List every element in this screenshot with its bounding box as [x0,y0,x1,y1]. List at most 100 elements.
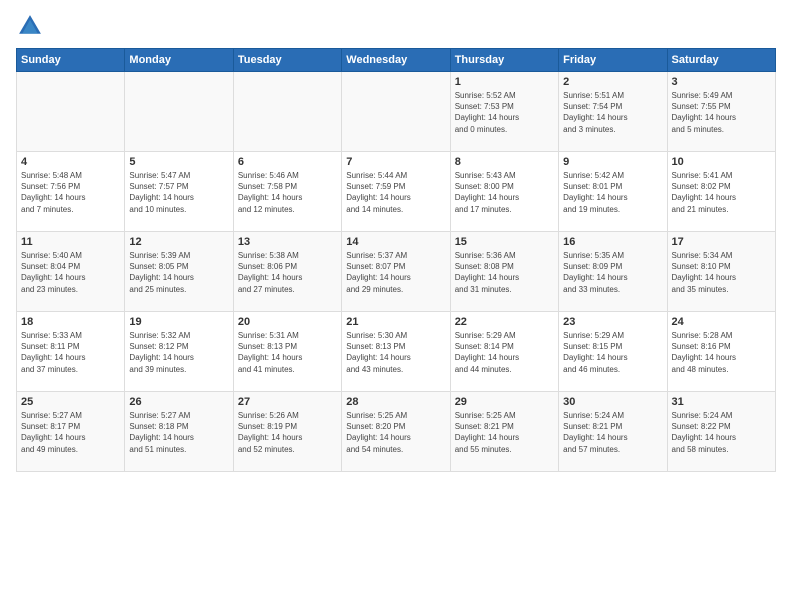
calendar-cell: 1Sunrise: 5:52 AM Sunset: 7:53 PM Daylig… [450,72,558,152]
day-number: 10 [672,156,771,168]
day-header-wednesday: Wednesday [342,49,450,72]
calendar-cell: 12 Sunrise: 5:39 AM Sunset: 8:05 PM Dayli… [125,232,233,312]
calendar-cell: 5Sunrise: 5:47 AM Sunset: 7:57 PM Daylig… [125,152,233,232]
day-number: 13 [238,236,337,248]
day-number: 3 [672,76,771,88]
day-number: 9 [563,156,662,168]
day-number: 4 [21,156,120,168]
day-header-monday: Monday [125,49,233,72]
day-number: 18 [21,316,120,328]
day-info: Sunrise: 5:37 AM Sunset: 8:07 PM Dayligh… [346,250,445,295]
day-number: 7 [346,156,445,168]
day-number: 29 [455,396,554,408]
day-info: Sunrise: 5:52 AM Sunset: 7:53 PM Dayligh… [455,90,554,135]
day-info: Sunrise: 5:38 AM Sunset: 8:06 PM Dayligh… [238,250,337,295]
calendar-cell: 2 Sunrise: 5:51 AM Sunset: 7:54 PM Daylig… [559,72,667,152]
calendar-cell: 31Sunrise: 5:24 AM Sunset: 8:22 PM Dayli… [667,392,775,472]
calendar-cell: 8 Sunrise: 5:43 AM Sunset: 8:00 PM Daylig… [450,152,558,232]
day-number: 14 [346,236,445,248]
day-info: Sunrise: 5:25 AM Sunset: 8:20 PM Dayligh… [346,410,445,455]
day-header-saturday: Saturday [667,49,775,72]
day-number: 23 [563,316,662,328]
day-info: Sunrise: 5:36 AM Sunset: 8:08 PM Dayligh… [455,250,554,295]
calendar-cell: 23 Sunrise: 5:29 AM Sunset: 8:15 PM Dayli… [559,312,667,392]
day-info: Sunrise: 5:24 AM Sunset: 8:21 PM Dayligh… [563,410,662,455]
calendar-cell: 4 Sunrise: 5:48 AM Sunset: 7:56 PM Daylig… [17,152,125,232]
calendar-cell: 7 Sunrise: 5:44 AM Sunset: 7:59 PM Daylig… [342,152,450,232]
calendar-cell [17,72,125,152]
day-header-sunday: Sunday [17,49,125,72]
page: SundayMondayTuesdayWednesdayThursdayFrid… [0,0,792,612]
calendar-cell: 30 Sunrise: 5:24 AM Sunset: 8:21 PM Dayli… [559,392,667,472]
day-info: Sunrise: 5:35 AM Sunset: 8:09 PM Dayligh… [563,250,662,295]
day-info: Sunrise: 5:43 AM Sunset: 8:00 PM Dayligh… [455,170,554,215]
day-number: 26 [129,396,228,408]
calendar-cell: 25 Sunrise: 5:27 AM Sunset: 8:17 PM Dayli… [17,392,125,472]
calendar-cell [342,72,450,152]
day-info: Sunrise: 5:42 AM Sunset: 8:01 PM Dayligh… [563,170,662,215]
calendar-week-1: 1Sunrise: 5:52 AM Sunset: 7:53 PM Daylig… [17,72,776,152]
calendar-cell: 16 Sunrise: 5:35 AM Sunset: 8:09 PM Dayli… [559,232,667,312]
calendar-cell: 26 Sunrise: 5:27 AM Sunset: 8:18 PM Dayli… [125,392,233,472]
day-number: 6 [238,156,337,168]
day-info: Sunrise: 5:29 AM Sunset: 8:14 PM Dayligh… [455,330,554,375]
calendar-cell: 20Sunrise: 5:31 AM Sunset: 8:13 PM Dayli… [233,312,341,392]
day-number: 31 [672,396,771,408]
calendar-week-4: 18Sunrise: 5:33 AM Sunset: 8:11 PM Dayli… [17,312,776,392]
calendar-cell: 19Sunrise: 5:32 AM Sunset: 8:12 PM Dayli… [125,312,233,392]
day-info: Sunrise: 5:26 AM Sunset: 8:19 PM Dayligh… [238,410,337,455]
day-number: 25 [21,396,120,408]
calendar-cell: 18Sunrise: 5:33 AM Sunset: 8:11 PM Dayli… [17,312,125,392]
calendar-week-3: 11Sunrise: 5:40 AM Sunset: 8:04 PM Dayli… [17,232,776,312]
day-number: 24 [672,316,771,328]
day-info: Sunrise: 5:27 AM Sunset: 8:17 PM Dayligh… [21,410,120,455]
day-number: 27 [238,396,337,408]
calendar-cell: 15 Sunrise: 5:36 AM Sunset: 8:08 PM Dayli… [450,232,558,312]
calendar-cell: 17 Sunrise: 5:34 AM Sunset: 8:10 PM Dayli… [667,232,775,312]
calendar-cell: 9 Sunrise: 5:42 AM Sunset: 8:01 PM Daylig… [559,152,667,232]
day-info: Sunrise: 5:41 AM Sunset: 8:02 PM Dayligh… [672,170,771,215]
calendar-cell: 21 Sunrise: 5:30 AM Sunset: 8:13 PM Dayli… [342,312,450,392]
calendar-cell: 10 Sunrise: 5:41 AM Sunset: 8:02 PM Dayli… [667,152,775,232]
day-info: Sunrise: 5:39 AM Sunset: 8:05 PM Dayligh… [129,250,228,295]
day-info: Sunrise: 5:46 AM Sunset: 7:58 PM Dayligh… [238,170,337,215]
calendar-cell: 14 Sunrise: 5:37 AM Sunset: 8:07 PM Dayli… [342,232,450,312]
calendar-cell [233,72,341,152]
day-info: Sunrise: 5:25 AM Sunset: 8:21 PM Dayligh… [455,410,554,455]
day-info: Sunrise: 5:51 AM Sunset: 7:54 PM Dayligh… [563,90,662,135]
calendar-cell: 28 Sunrise: 5:25 AM Sunset: 8:20 PM Dayli… [342,392,450,472]
days-header-row: SundayMondayTuesdayWednesdayThursdayFrid… [17,49,776,72]
calendar-cell: 13 Sunrise: 5:38 AM Sunset: 8:06 PM Dayli… [233,232,341,312]
day-number: 8 [455,156,554,168]
day-number: 30 [563,396,662,408]
day-number: 17 [672,236,771,248]
day-info: Sunrise: 5:49 AM Sunset: 7:55 PM Dayligh… [672,90,771,135]
day-info: Sunrise: 5:34 AM Sunset: 8:10 PM Dayligh… [672,250,771,295]
day-number: 19 [129,316,228,328]
calendar-week-5: 25 Sunrise: 5:27 AM Sunset: 8:17 PM Dayli… [17,392,776,472]
day-info: Sunrise: 5:27 AM Sunset: 8:18 PM Dayligh… [129,410,228,455]
day-info: Sunrise: 5:30 AM Sunset: 8:13 PM Dayligh… [346,330,445,375]
day-info: Sunrise: 5:44 AM Sunset: 7:59 PM Dayligh… [346,170,445,215]
day-number: 12 [129,236,228,248]
calendar-cell: 6 Sunrise: 5:46 AM Sunset: 7:58 PM Daylig… [233,152,341,232]
day-number: 28 [346,396,445,408]
day-number: 11 [21,236,120,248]
calendar-cell [125,72,233,152]
logo [16,12,46,40]
day-number: 16 [563,236,662,248]
day-number: 21 [346,316,445,328]
day-info: Sunrise: 5:29 AM Sunset: 8:15 PM Dayligh… [563,330,662,375]
day-number: 22 [455,316,554,328]
calendar-cell: 24 Sunrise: 5:28 AM Sunset: 8:16 PM Dayli… [667,312,775,392]
day-info: Sunrise: 5:28 AM Sunset: 8:16 PM Dayligh… [672,330,771,375]
day-header-thursday: Thursday [450,49,558,72]
day-info: Sunrise: 5:48 AM Sunset: 7:56 PM Dayligh… [21,170,120,215]
calendar-cell: 29 Sunrise: 5:25 AM Sunset: 8:21 PM Dayli… [450,392,558,472]
header [16,12,776,40]
day-number: 15 [455,236,554,248]
day-number: 2 [563,76,662,88]
calendar-cell: 27 Sunrise: 5:26 AM Sunset: 8:19 PM Dayli… [233,392,341,472]
day-info: Sunrise: 5:47 AM Sunset: 7:57 PM Dayligh… [129,170,228,215]
day-header-friday: Friday [559,49,667,72]
